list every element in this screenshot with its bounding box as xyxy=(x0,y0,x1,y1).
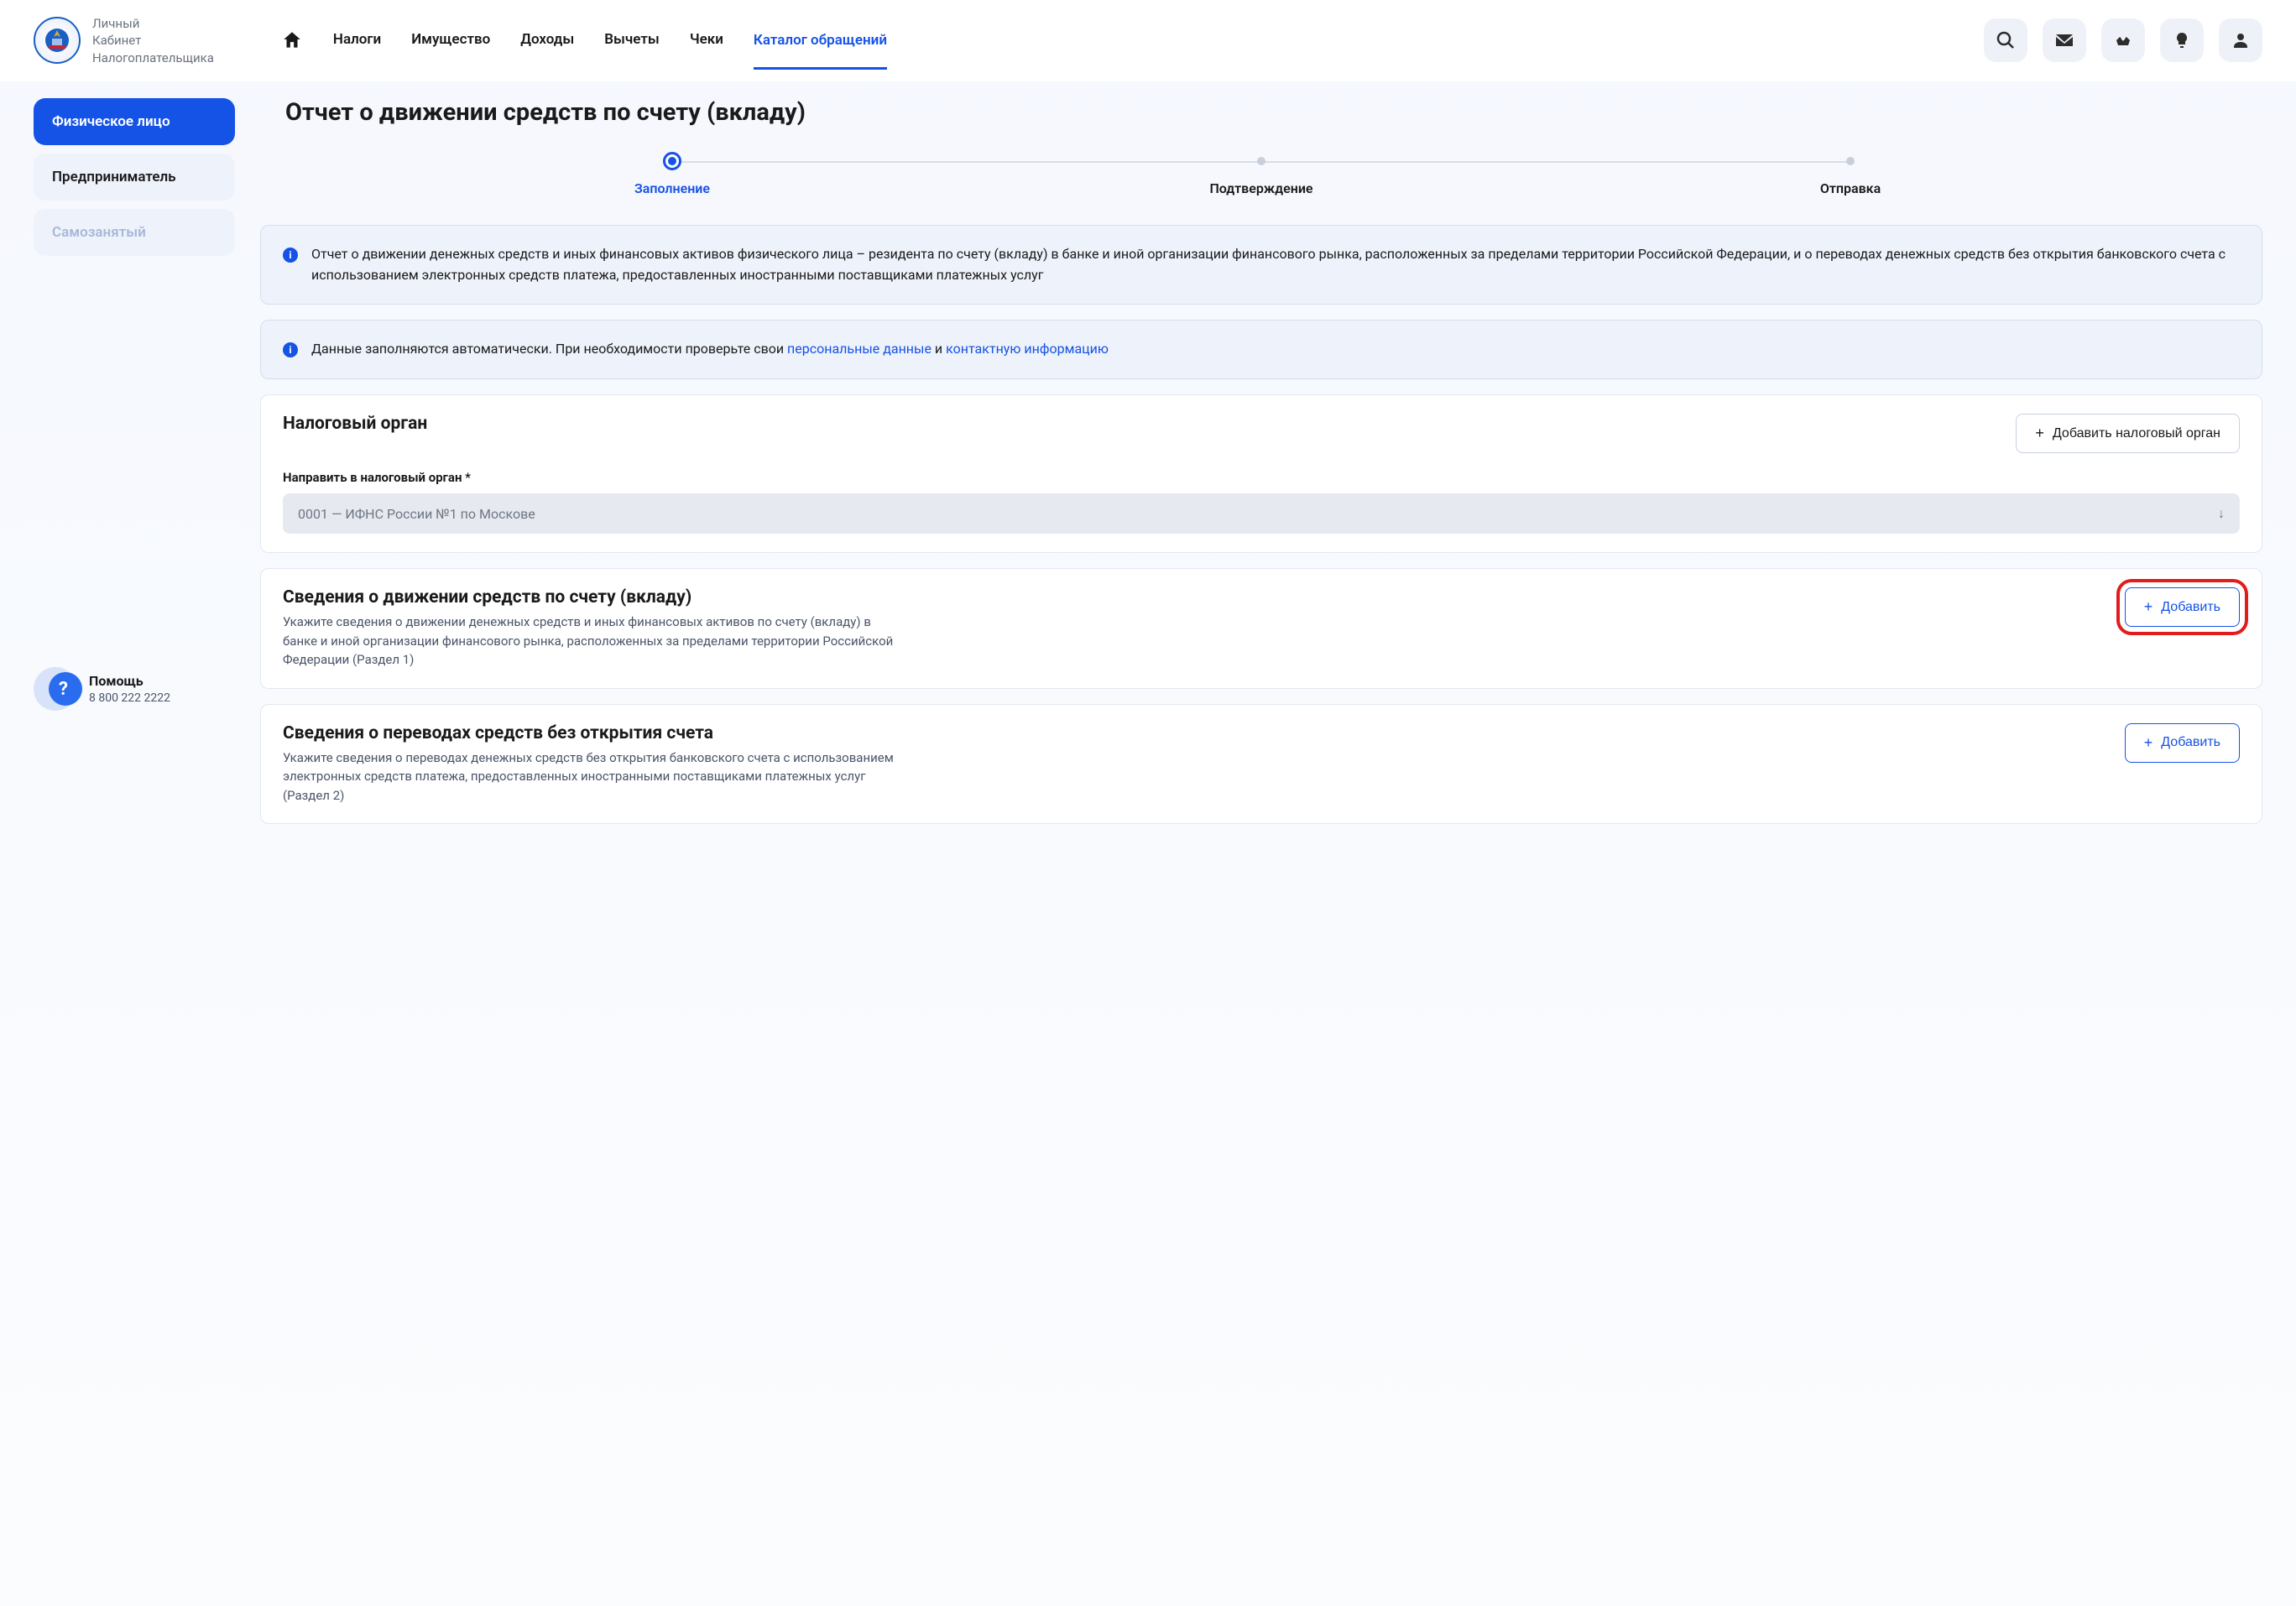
link-personal-data[interactable]: персональные данные xyxy=(787,341,931,357)
header: Личный Кабинет Налогоплательщика Налоги … xyxy=(0,0,2296,81)
sidebar: Физическое лицо Предприниматель Самозаня… xyxy=(34,98,235,839)
section-tax-authority: Налоговый орган + Добавить налоговый орг… xyxy=(260,394,2262,553)
info-text-1: Отчет о движении денежных средств и иных… xyxy=(311,244,2240,286)
step-3: Отправка xyxy=(1556,152,2145,196)
nav-receipts[interactable]: Чеки xyxy=(690,31,723,50)
nav-income[interactable]: Доходы xyxy=(520,31,574,50)
logo-block: Личный Кабинет Налогоплательщика xyxy=(34,15,214,66)
add-tax-authority-button[interactable]: + Добавить налоговый орган xyxy=(2016,414,2240,453)
header-actions xyxy=(1984,18,2262,62)
step-1: Заполнение xyxy=(378,152,967,196)
info-icon: i xyxy=(283,342,298,357)
lightbulb-icon[interactable] xyxy=(2160,18,2204,62)
field-label-send-to: Направить в налоговый орган * xyxy=(283,470,2240,485)
plus-icon: + xyxy=(2035,425,2044,442)
plus-icon: + xyxy=(2144,598,2153,616)
section-transfers: Сведения о переводах средств без открыти… xyxy=(260,704,2262,825)
link-contact-info[interactable]: контактную информацию xyxy=(946,341,1109,357)
nav-taxes[interactable]: Налоги xyxy=(333,31,381,50)
info-card-2: i Данные заполняются автоматически. При … xyxy=(260,320,2262,379)
section-movement-sub: Укажите сведения о движении денежных сре… xyxy=(283,613,904,670)
sidebar-self-employed[interactable]: Самозанятый xyxy=(34,209,235,256)
handshake-icon[interactable] xyxy=(2101,18,2145,62)
help-text: Помощь 8 800 222 2222 xyxy=(89,673,170,705)
stepper: Заполнение Подтверждение Отправка xyxy=(378,152,2145,196)
step-dot-icon xyxy=(1846,157,1855,165)
sidebar-individual[interactable]: Физическое лицо xyxy=(34,98,235,145)
section-tax-title: Налоговый орган xyxy=(283,414,427,434)
emblem-icon xyxy=(34,17,81,64)
mail-icon[interactable] xyxy=(2043,18,2086,62)
sidebar-entrepreneur[interactable]: Предприниматель xyxy=(34,154,235,201)
page-title: Отчет о движении средств по счету (вклад… xyxy=(260,98,2262,127)
step-2: Подтверждение xyxy=(967,152,1556,196)
step-dot-active-icon xyxy=(663,152,681,170)
info-icon: i xyxy=(283,248,298,263)
info-card-1: i Отчет о движении денежных средств и ин… xyxy=(260,225,2262,305)
info-text-2: Данные заполняются автоматически. При не… xyxy=(311,339,1109,360)
section-transfers-title: Сведения о переводах средств без открыти… xyxy=(283,723,904,743)
step-dot-icon xyxy=(1257,157,1265,165)
section-movement: Сведения о движении средств по счету (вк… xyxy=(260,568,2262,689)
home-icon[interactable] xyxy=(281,29,303,51)
select-tax-authority[interactable]: 0001 — ИФНС России №1 по Москове ↓ xyxy=(283,493,2240,534)
logo-text: Личный Кабинет Налогоплательщика xyxy=(92,15,214,66)
section-transfers-sub: Укажите сведения о переводах денежных ср… xyxy=(283,748,904,806)
section-movement-title: Сведения о движении средств по счету (вк… xyxy=(283,587,904,607)
nav-deductions[interactable]: Вычеты xyxy=(604,31,660,50)
add-transfer-button[interactable]: + Добавить xyxy=(2125,723,2240,763)
main-wrap: Физическое лицо Предприниматель Самозаня… xyxy=(0,81,2296,856)
main-nav: Налоги Имущество Доходы Вычеты Чеки Ката… xyxy=(281,29,887,51)
user-icon[interactable] xyxy=(2219,18,2262,62)
content: Отчет о движении средств по счету (вклад… xyxy=(260,98,2262,839)
nav-catalog[interactable]: Каталог обращений xyxy=(754,32,887,70)
chevron-down-icon: ↓ xyxy=(2218,505,2225,522)
add-movement-button[interactable]: + Добавить xyxy=(2125,587,2240,627)
search-icon[interactable] xyxy=(1984,18,2027,62)
help-icon: ? xyxy=(34,667,77,711)
nav-property[interactable]: Имущество xyxy=(411,31,490,50)
help-block[interactable]: ? Помощь 8 800 222 2222 xyxy=(34,667,235,711)
plus-icon: + xyxy=(2144,734,2153,752)
